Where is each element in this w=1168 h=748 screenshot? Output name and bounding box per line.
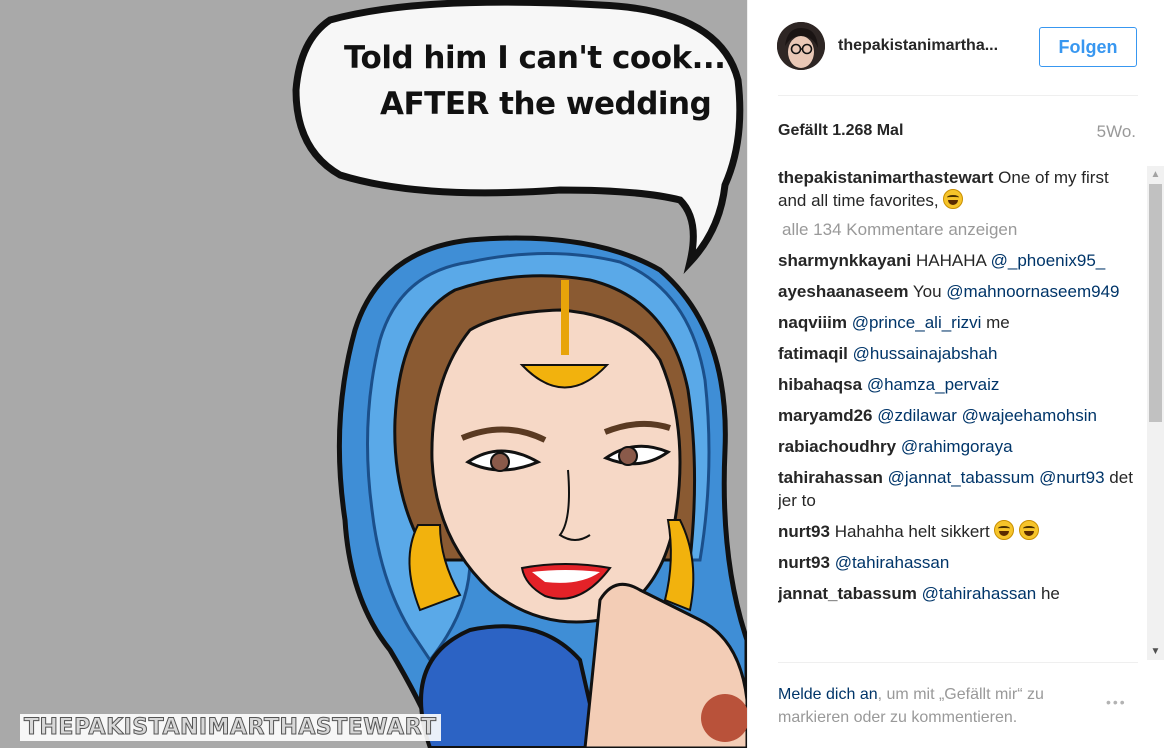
comment-author[interactable]: tahirahassan — [778, 468, 883, 487]
comments-list[interactable]: thepakistanimarthastewart One of my firs… — [778, 166, 1138, 660]
view-all-comments-link[interactable]: alle 134 Kommentare anzeigen — [782, 220, 1138, 240]
scrollbar-thumb[interactable] — [1149, 184, 1162, 422]
comment-text: me — [986, 313, 1010, 332]
more-options-icon[interactable]: ••• — [1106, 694, 1127, 710]
comment-item: nurt93 Hahahha helt sikkert — [778, 520, 1138, 543]
avatar-image — [777, 22, 825, 70]
login-link[interactable]: Melde dich an — [778, 686, 878, 703]
comment-author[interactable]: naqviiim — [778, 313, 847, 332]
comment-author[interactable]: ayeshaanaseem — [778, 282, 908, 301]
laughing-tears-emoji-icon — [943, 189, 964, 209]
caption-author[interactable]: thepakistanimarthastewart — [778, 168, 993, 187]
comment-item: naqviiim @prince_ali_rizvi me — [778, 311, 1138, 334]
speech-bubble-line-1: Told him I can't cook... — [344, 40, 726, 76]
comment-author[interactable]: jannat_tabassum — [778, 584, 917, 603]
comment-author[interactable]: sharmynkkayani — [778, 251, 911, 270]
login-prompt: Melde dich an, um mit „Gefällt mir“ zu m… — [778, 683, 1098, 729]
post-timestamp[interactable]: 5Wo. — [1097, 122, 1136, 142]
comment-text: Hahahha helt sikkert — [834, 522, 990, 541]
comment-mention[interactable]: @tahirahassan — [922, 584, 1037, 603]
comment-item: nurt93 @tahirahassan — [778, 551, 1138, 574]
comment-mention[interactable]: @rahimgoraya — [901, 437, 1013, 456]
comment-item: jannat_tabassum @tahirahassan he — [778, 582, 1138, 605]
comment-item: sharmynkkayani HAHAHA @_phoenix95_ — [778, 249, 1138, 272]
scroll-down-arrow-icon[interactable]: ▼ — [1147, 643, 1164, 660]
comment-mention[interactable]: @zdilawar @wajeehamohsin — [877, 406, 1097, 425]
comment-mention[interactable]: @prince_ali_rizvi — [852, 313, 982, 332]
comment-text: HAHAHA — [915, 251, 986, 270]
caption: thepakistanimarthastewart One of my firs… — [778, 166, 1138, 212]
comment-item: rabiachoudhry @rahimgoraya — [778, 435, 1138, 458]
laughing-tears-emoji-icon — [994, 520, 1015, 540]
comment-mention[interactable]: @mahnoornaseem949 — [946, 282, 1119, 301]
comments-scrollbar[interactable]: ▲ ▼ — [1147, 166, 1164, 660]
divider — [778, 662, 1138, 663]
comment-author[interactable]: nurt93 — [778, 553, 830, 572]
comment-mention[interactable]: @_phoenix95_ — [991, 251, 1106, 270]
comment-item: tahirahassan @jannat_tabassum @nurt93 de… — [778, 466, 1138, 512]
comment-author[interactable]: nurt93 — [778, 522, 830, 541]
comment-author[interactable]: rabiachoudhry — [778, 437, 896, 456]
divider — [778, 95, 1138, 96]
henna — [701, 694, 747, 742]
comment-item: hibahaqsa @hamza_pervaiz — [778, 373, 1138, 396]
follow-button[interactable]: Folgen — [1039, 27, 1137, 67]
comment-mention[interactable]: @hussainajabshah — [853, 344, 998, 363]
post-side-panel: thepakistanimartha... Folgen Gefällt 1.2… — [747, 0, 1168, 748]
comment-mention[interactable]: @tahirahassan — [835, 553, 950, 572]
post-header: thepakistanimartha... Folgen — [748, 0, 1168, 96]
laughing-tears-emoji-icon — [1019, 520, 1040, 540]
scroll-up-arrow-icon[interactable]: ▲ — [1147, 166, 1164, 183]
comment-mention[interactable]: @jannat_tabassum @nurt93 — [888, 468, 1105, 487]
likes-count[interactable]: Gefällt 1.268 Mal — [778, 122, 903, 140]
comment-author[interactable]: fatimaqil — [778, 344, 848, 363]
watermark: THEPAKISTANIMARTHASTEWART — [20, 714, 441, 741]
comment-author[interactable]: hibahaqsa — [778, 375, 862, 394]
post-image[interactable]: Told him I can't cook... AFTER the weddi… — [0, 0, 747, 748]
comment-item: fatimaqil @hussainajabshah — [778, 342, 1138, 365]
comment-item: ayeshaanaseem You @mahnoornaseem949 — [778, 280, 1138, 303]
comment-author[interactable]: maryamd26 — [778, 406, 873, 425]
comment-text: You — [912, 282, 942, 301]
comment-item: maryamd26 @zdilawar @wajeehamohsin — [778, 404, 1138, 427]
comment-mention[interactable]: @hamza_pervaiz — [867, 375, 1000, 394]
username-link[interactable]: thepakistanimartha... — [838, 37, 998, 55]
comment-text: he — [1040, 584, 1060, 603]
avatar[interactable] — [777, 22, 825, 70]
speech-bubble-line-2: AFTER the wedding — [380, 86, 712, 122]
